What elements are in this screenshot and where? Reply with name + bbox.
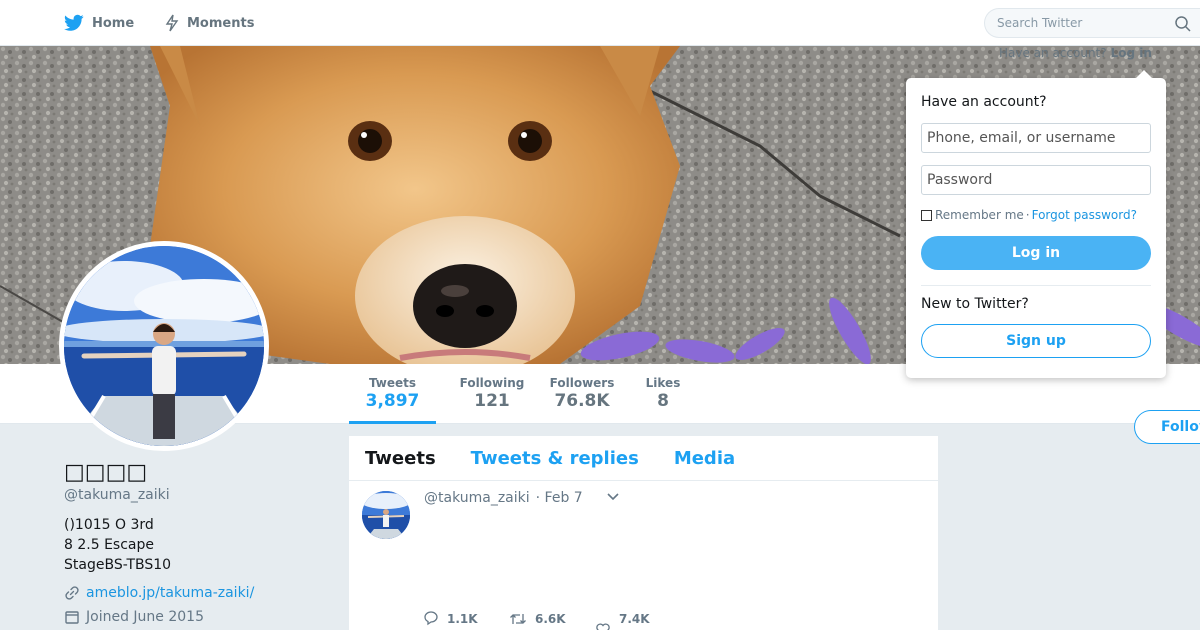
tweet-item[interactable]: @takuma_zaiki · Feb 7 1.1K 6.6K 7.4K [349,481,938,630]
stat-value: 3,897 [365,391,420,411]
top-navigation-bar: Home Moments Search Twitter [0,0,1200,46]
heart-icon [596,623,610,630]
like-action[interactable]: 7.4K [595,600,681,630]
stat-label: Followers [549,376,615,390]
search-input[interactable]: Search Twitter [984,8,1200,38]
tweet-header: @takuma_zaiki · Feb 7 [424,490,583,506]
retweet-icon [510,613,526,624]
tweet-handle[interactable]: @takuma_zaiki [424,490,530,506]
stat-value: 8 [657,391,669,411]
tweet-actions: 1.1K 6.6K 7.4K [423,600,681,630]
search-icon[interactable] [1174,15,1192,33]
tweet-avatar[interactable] [362,491,410,539]
follow-button-label: Follow [1161,419,1200,435]
profile-link[interactable]: ameblo.jp/takuma-zaiki/ [86,585,254,601]
retweet-action[interactable]: 6.6K [509,612,595,626]
stat-label: Following [459,376,525,390]
remember-checkbox[interactable] [921,209,932,221]
tab-tweets[interactable]: Tweets [365,448,436,469]
calendar-icon [65,611,79,624]
stat-label: Tweets [368,376,417,390]
stat-followers[interactable]: Followers 76.8K [545,376,619,411]
reply-count: 1.1K [447,611,478,626]
chevron-down-icon[interactable] [607,493,619,501]
reply-action[interactable]: 1.1K [423,611,509,626]
dropdown-divider [921,285,1151,286]
timeline: Tweets Tweets & replies Media @takuma_za… [349,436,938,630]
reply-icon [424,611,438,626]
search-placeholder: Search Twitter [997,16,1083,30]
login-dropdown-title: Have an account? [921,94,1047,110]
like-count: 7.4K [619,611,650,626]
profile-joined-row: Joined June 2015 [64,609,344,625]
new-to-twitter-text: New to Twitter? [921,296,1029,312]
tab-tweets-and-replies[interactable]: Tweets & replies [471,448,639,469]
login-button[interactable]: Log in [921,236,1151,270]
profile-bio: ()1015 O 3rd 8 2.5 Escape StageBS-TBS10 [64,517,172,573]
password-input[interactable] [921,165,1151,195]
profile-sidebar: □□□□ @takuma_zaiki ()1015 O 3rd 8 2.5 Es… [64,460,344,625]
tab-media[interactable]: Media [674,448,735,469]
nav-home-label: Home [92,15,135,31]
profile-joined: Joined June 2015 [86,609,204,625]
login-dropdown: Have an account? Remember me · Forgot pa… [906,70,1166,378]
tweet-date[interactable]: · Feb 7 [536,490,583,506]
stat-value: 121 [474,391,510,411]
signup-button-label: Sign up [1006,333,1066,349]
timeline-tabs: Tweets Tweets & replies Media [349,436,938,481]
active-stat-underline [349,421,436,424]
stat-label: Likes [645,376,681,390]
nav-moments-label: Moments [187,15,255,31]
twitter-bird-icon [64,14,84,31]
nav-home[interactable]: Home [64,0,134,46]
link-icon [65,586,79,600]
profile-handle[interactable]: @takuma_zaiki [64,487,344,503]
stat-likes[interactable]: Likes 8 [640,376,686,411]
remember-separator: · [1025,208,1030,222]
username-input[interactable] [921,123,1151,153]
lightning-icon [165,14,179,32]
have-account-text: Have an account? [999,46,1107,60]
profile-avatar[interactable] [59,241,269,451]
profile-link-row[interactable]: ameblo.jp/takuma-zaiki/ [64,585,344,601]
stat-following[interactable]: Following 121 [447,376,537,411]
retweet-count: 6.6K [535,611,566,626]
stat-value: 76.8K [554,391,610,411]
signup-button[interactable]: Sign up [921,324,1151,358]
forgot-password-link[interactable]: Forgot password? [1032,208,1137,222]
follow-button[interactable]: Follow [1134,410,1200,444]
have-account-toggle[interactable]: Have an account? Log in [999,46,1152,60]
remember-row: Remember me · Forgot password? [921,208,1137,222]
remember-label[interactable]: Remember me [935,208,1024,222]
stat-tweets[interactable]: Tweets 3,897 [349,376,436,411]
nav-moments[interactable]: Moments [165,0,254,46]
profile-name: □□□□ [64,460,148,485]
login-link[interactable]: Log in [1111,46,1152,60]
login-button-label: Log in [1011,245,1061,261]
